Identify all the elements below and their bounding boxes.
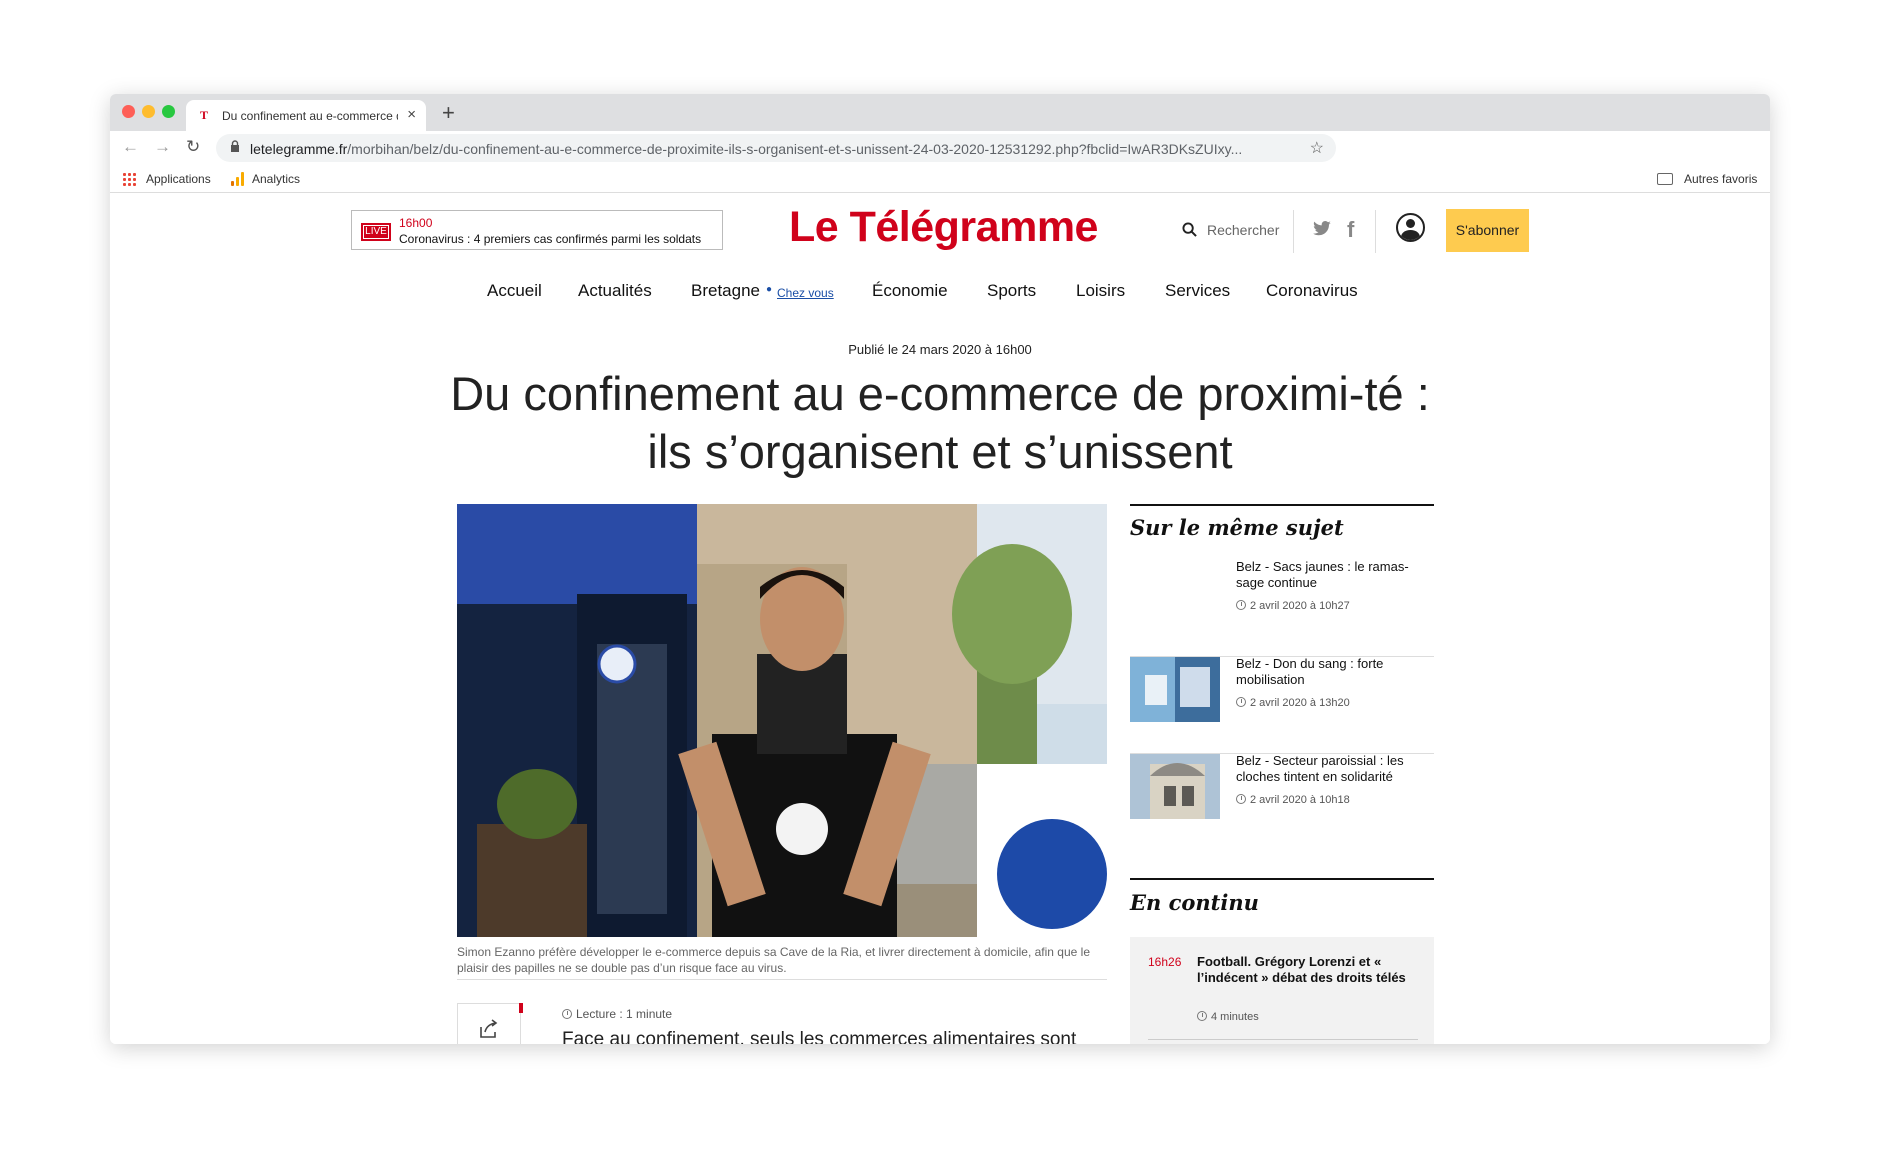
subscribe-button[interactable]: S'abonner [1446, 209, 1529, 252]
continu-item-duration: 4 minutes [1197, 1011, 1259, 1023]
share-button[interactable] [457, 1003, 521, 1044]
continu-list: 16h26 Football. Grégory Lorenzi et « l’i… [1130, 937, 1434, 1044]
live-headline[interactable]: Coronavirus : 4 premiers cas confirmés p… [399, 232, 717, 246]
related-item[interactable]: Belz - Secteur paroissial : les cloches … [1130, 753, 1434, 851]
address-bar[interactable]: letelegramme.fr/morbihan/belz/du-confine… [216, 134, 1336, 162]
close-window-button[interactable] [122, 105, 135, 118]
live-time: 16h00 [399, 216, 433, 230]
bookmark-other-favorites[interactable]: Autres favoris [1684, 172, 1757, 186]
bookmarks-bar: Applications Analytics Autres favoris [110, 165, 1770, 193]
search-icon [1182, 222, 1197, 237]
header-divider [1293, 210, 1294, 253]
nav-item-services[interactable]: Services [1165, 281, 1230, 301]
clock-icon [1236, 697, 1246, 707]
live-ticker[interactable]: LIVE 16h00 Coronavirus : 4 premiers cas … [351, 210, 723, 250]
nav-item-loisirs[interactable]: Loisirs [1076, 281, 1125, 301]
user-account-icon[interactable] [1396, 213, 1425, 242]
tab-title: Du confinement au e-commerce de proximit… [222, 109, 398, 123]
favicon-icon: T [200, 108, 209, 122]
continu-item-time: 16h26 [1148, 955, 1182, 969]
twitter-icon[interactable] [1312, 221, 1332, 237]
bookmark-analytics[interactable]: Analytics [252, 172, 300, 186]
nav-chez-vous-link[interactable]: Chez vous [777, 286, 834, 300]
clock-icon [1236, 600, 1246, 610]
share-accent [519, 1003, 523, 1013]
sidebar-rule [1130, 504, 1434, 506]
web-page: LIVE 16h00 Coronavirus : 4 premiers cas … [110, 193, 1770, 1044]
related-thumbnail[interactable] [1130, 754, 1220, 819]
photo-caption: Simon Ezanno préfère développer le e-com… [457, 945, 1090, 975]
continu-item-title[interactable]: Football. Grégory Lorenzi et « l’indécen… [1197, 954, 1407, 986]
nav-item-economie[interactable]: Économie [872, 281, 948, 301]
lock-icon [230, 140, 240, 155]
analytics-icon [231, 172, 245, 186]
related-item-title[interactable]: Belz - Don du sang : forte mobilisation [1236, 656, 1426, 688]
clock-icon [1236, 794, 1246, 804]
related-item-title[interactable]: Belz - Secteur paroissial : les cloches … [1236, 753, 1426, 785]
browser-window: T Du confinement au e-commerce de proxim… [110, 94, 1770, 1044]
main-navigation: Accueil Actualités Bretagne ● Chez vous … [110, 281, 1770, 311]
nav-item-accueil[interactable]: Accueil [487, 281, 542, 301]
url-text: letelegramme.fr/morbihan/belz/du-confine… [250, 141, 1243, 157]
browser-tab[interactable]: T Du confinement au e-commerce de proxim… [186, 100, 426, 131]
new-tab-button[interactable]: + [442, 100, 455, 126]
apps-grid-icon [122, 172, 136, 186]
nav-item-actualites[interactable]: Actualités [578, 281, 652, 301]
location-pin-icon: ● [766, 284, 773, 295]
folder-icon [1657, 173, 1673, 185]
caption-divider [457, 979, 1107, 980]
continu-title: En continu [1130, 890, 1259, 915]
clock-icon [562, 1009, 572, 1019]
bookmark-applications[interactable]: Applications [146, 172, 211, 186]
publication-date: Publié le 24 mars 2020 à 16h00 [848, 342, 1032, 357]
live-badge: LIVE [361, 223, 391, 241]
browser-toolbar: ← → ↻ letelegramme.fr/morbihan/belz/du-c… [110, 131, 1770, 165]
related-item[interactable]: Belz - Sacs jaunes : le ramas-sage conti… [1130, 559, 1434, 657]
reload-icon[interactable]: ↻ [186, 137, 200, 157]
share-icon [480, 1019, 498, 1038]
nav-item-bretagne[interactable]: Bretagne [691, 281, 760, 301]
forward-arrow-icon[interactable]: → [154, 137, 171, 157]
related-item-time: 2 avril 2020 à 10h18 [1236, 794, 1350, 806]
nav-item-sports[interactable]: Sports [987, 281, 1036, 301]
minimize-window-button[interactable] [142, 105, 155, 118]
bookmark-star-icon[interactable]: ☆ [1310, 138, 1324, 158]
reading-time: Lecture : 1 minute [562, 1007, 672, 1021]
search-label: Rechercher [1207, 222, 1280, 238]
article-photo[interactable] [457, 504, 1107, 937]
tab-bar: T Du confinement au e-commerce de proxim… [110, 94, 1770, 131]
related-item-time: 2 avril 2020 à 13h20 [1236, 697, 1350, 709]
site-logo[interactable]: Le Télégramme [789, 203, 1098, 252]
related-item-time: 2 avril 2020 à 10h27 [1236, 600, 1350, 612]
related-thumbnail[interactable] [1130, 657, 1220, 722]
article-lead: Face au confinement, seuls les commerces… [562, 1029, 1077, 1044]
clock-icon [1197, 1011, 1207, 1021]
tab-close-icon[interactable]: × [407, 106, 416, 123]
facebook-icon[interactable]: f [1347, 217, 1354, 243]
maximize-window-button[interactable] [162, 105, 175, 118]
header-divider [1375, 210, 1376, 253]
related-title: Sur le même sujet [1130, 515, 1344, 540]
continu-divider [1148, 1039, 1418, 1040]
sidebar-rule [1130, 878, 1434, 880]
related-item-title[interactable]: Belz - Sacs jaunes : le ramas-sage conti… [1236, 559, 1426, 591]
back-arrow-icon[interactable]: ← [122, 137, 139, 157]
nav-item-coronavirus[interactable]: Coronavirus [1266, 281, 1358, 301]
article-headline: Du confinement au e-commerce de proximi-… [450, 367, 1430, 478]
related-item[interactable]: Belz - Don du sang : forte mobilisation … [1130, 656, 1434, 754]
